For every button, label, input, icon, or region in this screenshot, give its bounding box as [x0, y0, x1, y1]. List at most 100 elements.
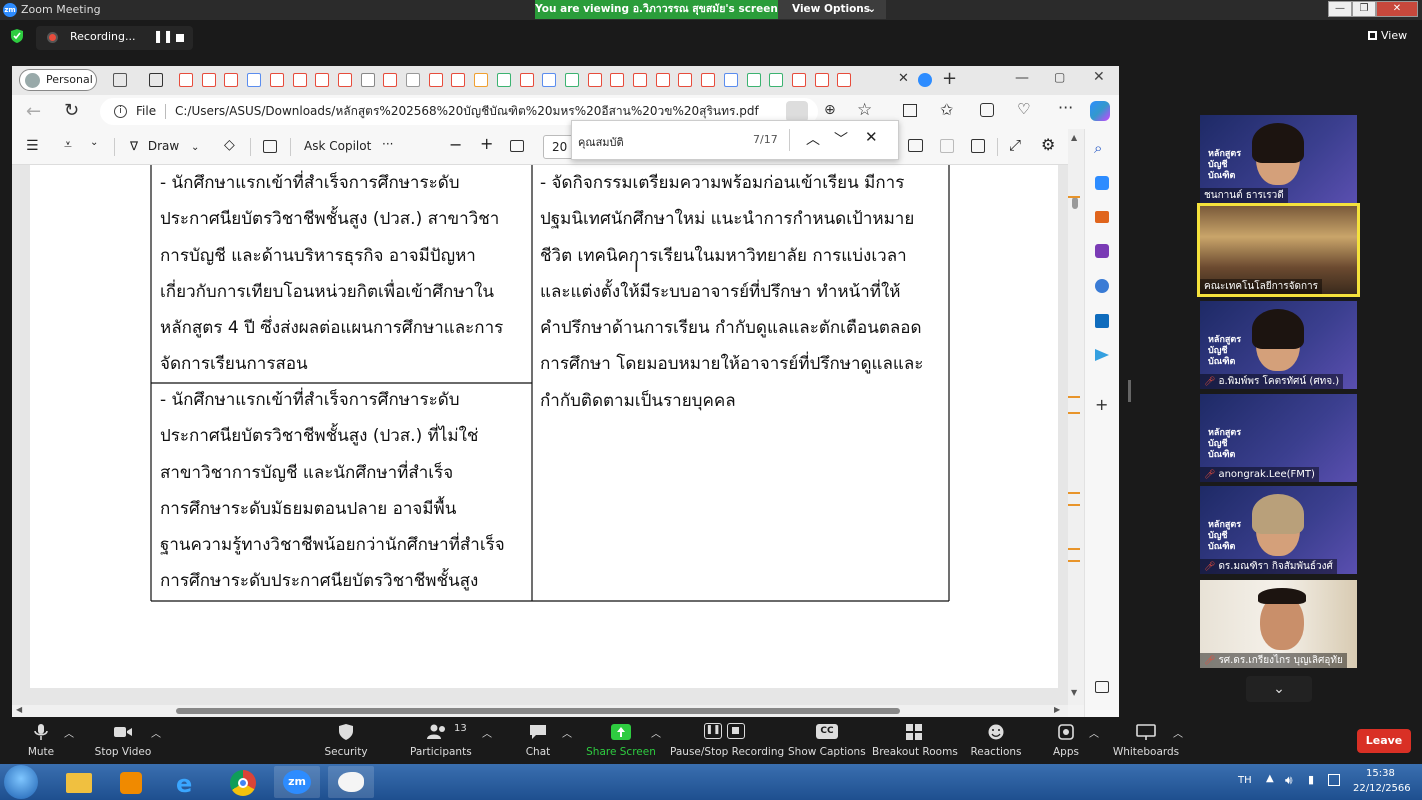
apps-button[interactable]: Apps: [1044, 719, 1088, 764]
copilot-icon[interactable]: [1090, 101, 1110, 121]
zoom-in-icon[interactable]: +: [480, 134, 493, 153]
browser-tab-icon[interactable]: [814, 73, 829, 87]
zoom-app-icon[interactable]: zm: [274, 766, 320, 798]
find-input[interactable]: คุณสมบัติ: [578, 133, 624, 151]
view-button[interactable]: View: [1368, 29, 1407, 42]
highlight-icon[interactable]: ⩡: [64, 137, 72, 153]
volume-icon[interactable]: 🔊︎: [1285, 773, 1293, 788]
gallery-divider-handle[interactable]: [1128, 380, 1131, 402]
browser-tab-icon[interactable]: [542, 73, 557, 87]
refresh-icon[interactable]: ↻: [64, 100, 79, 121]
outlook-icon[interactable]: [1095, 314, 1109, 328]
clock-time[interactable]: 15:38: [1366, 768, 1395, 779]
participant-video-tile[interactable]: หลักสูตร บัญชีบัณฑิต 🎤︎ ดร.มณฑิรา กิจสัมพั…: [1200, 486, 1357, 574]
show-hidden-icons-icon[interactable]: ▲: [1266, 773, 1274, 784]
network-icon[interactable]: ▮: [1308, 773, 1314, 786]
eraser-icon[interactable]: ◇: [224, 137, 235, 153]
chat-button[interactable]: Chat: [516, 719, 560, 764]
profile-button[interactable]: Personal: [19, 69, 97, 91]
zoom-tab-icon[interactable]: [918, 73, 932, 87]
input-language[interactable]: TH: [1238, 775, 1252, 786]
browser-tab-icon[interactable]: [292, 73, 307, 87]
participant-video-tile[interactable]: 🎤︎ รศ.ดร.เกรียงไกร บุญเลิศอุทัย: [1200, 580, 1357, 668]
horizontal-scrollbar[interactable]: ◀ ▶: [12, 705, 1068, 717]
action-center-icon[interactable]: [1328, 774, 1340, 786]
chat-chevron-icon[interactable]: ︿: [562, 725, 572, 740]
breakout-rooms-button[interactable]: Breakout Rooms: [872, 719, 958, 764]
hscroll-thumb[interactable]: [176, 708, 900, 714]
participants-button[interactable]: 13 Participants: [410, 719, 472, 764]
reactions-button[interactable]: Reactions: [968, 719, 1024, 764]
browser-tab-icon[interactable]: [519, 73, 534, 87]
chrome-icon[interactable]: [220, 766, 266, 798]
close-tab-icon[interactable]: ✕: [898, 71, 909, 86]
close-browser-icon[interactable]: ✕: [1093, 69, 1105, 85]
security-button[interactable]: Security: [322, 719, 370, 764]
participants-chevron-icon[interactable]: ︿: [482, 725, 492, 740]
browser-tab-icon[interactable]: [474, 73, 489, 87]
whiteboards-button[interactable]: Whiteboards: [1112, 719, 1180, 764]
whiteboards-chevron-icon[interactable]: ︿: [1173, 725, 1183, 740]
browser-tab-icon[interactable]: [337, 73, 352, 87]
find-close-icon[interactable]: ✕: [865, 128, 878, 146]
tools-icon[interactable]: [1095, 211, 1109, 223]
games-icon[interactable]: [1095, 244, 1109, 258]
send-icon[interactable]: [1095, 349, 1109, 361]
clock-date[interactable]: 22/12/2566: [1353, 783, 1411, 794]
print-icon[interactable]: [908, 139, 923, 152]
browser-essentials-icon[interactable]: ♡: [1017, 100, 1030, 118]
zoom-out-icon[interactable]: −: [449, 135, 462, 154]
stop-recording-icon[interactable]: [176, 34, 184, 42]
media-player-icon[interactable]: [108, 766, 154, 798]
settings-more-icon[interactable]: ···: [1058, 98, 1073, 117]
screenshot-icon[interactable]: [1095, 681, 1109, 693]
browser-tab-icon[interactable]: [360, 73, 375, 87]
file-explorer-icon[interactable]: [56, 766, 102, 798]
browser-tab-icon[interactable]: [428, 73, 443, 87]
show-captions-button[interactable]: CC Show Captions: [788, 719, 866, 764]
browser-tab-icon[interactable]: [496, 73, 511, 87]
tab-actions-icon[interactable]: [149, 73, 163, 87]
scroll-down-icon[interactable]: ▼: [1071, 688, 1077, 697]
scroll-left-icon[interactable]: ◀: [16, 705, 22, 714]
contents-icon[interactable]: ☰: [26, 138, 39, 154]
maximize-browser-icon[interactable]: ▢: [1054, 70, 1065, 84]
browser-tab-icon[interactable]: [655, 73, 670, 87]
save-icon[interactable]: [940, 139, 954, 153]
apps-chevron-icon[interactable]: ︿: [1089, 725, 1099, 740]
ask-copilot-button[interactable]: Ask Copilot: [304, 139, 371, 153]
participant-video-tile[interactable]: หลักสูตร บัญชีบัณฑิต 🎤︎ anongrak.Lee(FMT): [1200, 394, 1357, 482]
shopping-icon[interactable]: [1095, 176, 1109, 190]
browser-tab-icon[interactable]: [224, 73, 239, 87]
browser-tab-icon[interactable]: [247, 73, 262, 87]
maximize-window-button[interactable]: ❐: [1352, 1, 1376, 17]
share-chevron-icon[interactable]: ︿: [651, 725, 661, 740]
close-window-button[interactable]: ✕: [1376, 1, 1418, 17]
text-box-icon[interactable]: [263, 140, 277, 153]
audio-options-chevron-icon[interactable]: ︿: [64, 725, 74, 740]
split-screen-icon[interactable]: [903, 104, 917, 117]
vertical-scrollbar[interactable]: ▲ ▼: [1068, 129, 1084, 705]
participant-video-tile[interactable]: คณะเทคโนโลยีการจัดการ: [1197, 203, 1360, 297]
scroll-right-icon[interactable]: ▶: [1054, 705, 1060, 714]
view-options-button[interactable]: View Options ⌄: [778, 0, 886, 19]
save-as-icon[interactable]: [971, 139, 985, 153]
browser-tab-icon[interactable]: [769, 73, 784, 87]
browser-tab-icon[interactable]: [587, 73, 602, 87]
browser-tab-icon[interactable]: [451, 73, 466, 87]
add-sidebar-icon[interactable]: +: [1095, 395, 1108, 414]
browser-tab-icon[interactable]: [837, 73, 852, 87]
scroll-up-icon[interactable]: ▲: [1071, 133, 1077, 142]
browser-tab-icon[interactable]: [791, 73, 806, 87]
pause-recording-icon[interactable]: ❚❚: [153, 29, 173, 43]
fullscreen-icon[interactable]: ⤢: [1009, 136, 1021, 154]
gallery-scroll-down-icon[interactable]: ⌄: [1246, 676, 1312, 702]
browser-tab-icon[interactable]: [383, 73, 398, 87]
browser-tab-icon[interactable]: [179, 73, 193, 87]
minimize-browser-icon[interactable]: —: [1015, 70, 1029, 86]
paint-icon[interactable]: [328, 766, 374, 798]
leave-button[interactable]: Leave: [1357, 729, 1411, 753]
read-aloud-icon[interactable]: [786, 101, 808, 122]
participant-video-tile[interactable]: หลักสูตร บัญชีบัณฑิต 🎤︎ อ.พิมพ์พร โคตรทัศน…: [1200, 301, 1357, 389]
video-options-chevron-icon[interactable]: ︿: [151, 725, 161, 740]
